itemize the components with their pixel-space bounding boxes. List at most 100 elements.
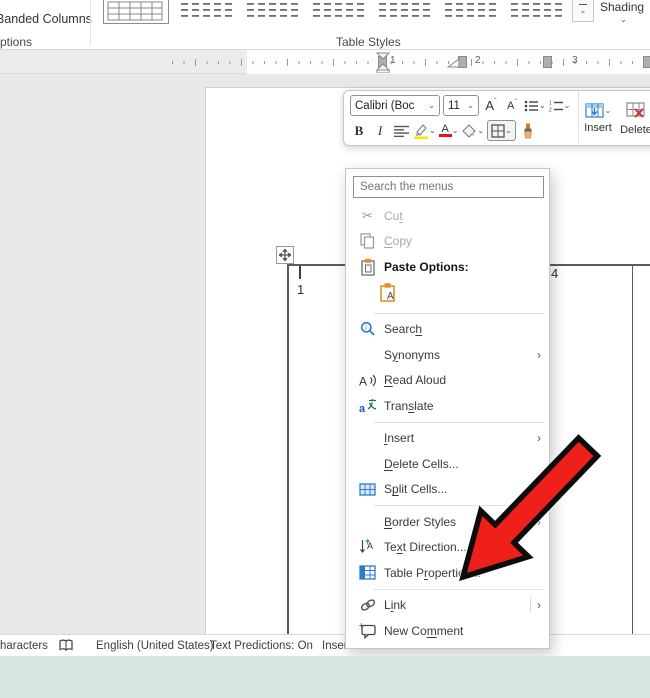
format-painter-button[interactable] — [519, 120, 537, 141]
insert-table-icon: ⌄ — [585, 102, 612, 119]
menu-item-label: Delete Cells... — [384, 457, 541, 471]
read-aloud-icon: A — [356, 372, 379, 389]
menu-item-text-direction[interactable]: AText Direction... — [346, 535, 549, 561]
mini-toolbar-table-section: ⌄ Insert Delete — [578, 91, 650, 145]
shading-button-label[interactable]: Shading — [600, 0, 644, 14]
menu-item-label: Cut — [384, 209, 541, 223]
menu-item-cut[interactable]: ✂ Cut — [346, 203, 549, 229]
font-size-combo[interactable]: 11 ⌄ — [443, 95, 479, 116]
svg-text:2: 2 — [549, 107, 552, 112]
font-color-button[interactable]: A ⌄ — [439, 120, 459, 141]
menu-item-label: Insert — [384, 431, 537, 445]
menu-icon-spacer — [356, 346, 379, 363]
submenu-split-divider — [530, 598, 531, 612]
menu-item-label: Split Cells... — [384, 482, 541, 496]
menu-separator — [374, 422, 544, 423]
menu-item-delete-cells[interactable]: Delete Cells... — [346, 451, 549, 477]
svg-text:A: A — [359, 374, 367, 388]
text-cursor — [299, 266, 301, 279]
menu-icon-spacer — [356, 513, 379, 530]
table-style-thumbnail[interactable] — [310, 0, 370, 24]
table-column-marker[interactable] — [543, 56, 552, 68]
menu-item-split-cells[interactable]: Split Cells... — [346, 477, 549, 503]
ruler-number: 1 — [390, 55, 396, 66]
borders-button[interactable]: ⌄ — [487, 120, 516, 141]
insert-table-button[interactable]: ⌄ Insert — [579, 91, 617, 145]
menu-item-label: Copy — [384, 234, 541, 248]
menu-item-label: New Comment — [384, 624, 541, 638]
clipboard-icon — [356, 258, 379, 275]
word-app-window: Banded Columns ptions ⌄ Shading ⌄ Table … — [0, 0, 650, 698]
menu-item-read-aloud[interactable]: ARead Aloud — [346, 368, 549, 394]
menu-search-input[interactable] — [353, 176, 544, 198]
options-group-label: ptions — [0, 35, 32, 49]
context-menu: ✂CutCopyPaste Options:AiSearchSynonyms›A… — [345, 168, 550, 649]
proofing-book-icon[interactable] — [58, 638, 74, 653]
shrink-font-button[interactable]: Aˇ — [503, 95, 521, 116]
svg-text:i: i — [365, 324, 367, 332]
horizontal-ruler[interactable]: 123 — [0, 50, 650, 74]
svg-text:a: a — [359, 403, 366, 414]
paste-keep-text-only-button[interactable]: A — [379, 282, 397, 307]
table-style-thumbnail[interactable] — [376, 0, 436, 24]
chevron-right-icon: › — [537, 515, 541, 529]
table-style-thumbnail[interactable] — [178, 0, 238, 24]
menu-item-translate[interactable]: aTranslate — [346, 393, 549, 419]
split-cells-icon — [356, 481, 379, 498]
numbering-button[interactable]: 12 ⌄ — [549, 95, 571, 116]
menu-separator — [374, 313, 544, 314]
delete-table-button[interactable]: Delete — [617, 91, 650, 145]
banded-columns-checkbox-label[interactable]: Banded Columns — [0, 12, 92, 26]
menu-separator — [374, 505, 544, 506]
svg-text:1: 1 — [549, 100, 552, 106]
menu-item-synonyms[interactable]: Synonyms› — [346, 342, 549, 368]
font-size-value: 11 — [448, 100, 460, 112]
bold-button[interactable]: B — [350, 120, 368, 141]
table-column-marker[interactable] — [643, 56, 650, 68]
search-icon: i — [356, 321, 379, 338]
bullets-button[interactable]: ⌄ — [524, 95, 546, 116]
paste-options-row: A — [346, 280, 549, 310]
status-item[interactable]: English (United States) — [96, 640, 214, 652]
chevron-down-icon: ⌄ — [428, 102, 435, 110]
paste-text-icon: A — [379, 289, 397, 306]
grow-font-button[interactable]: Aˆ — [482, 95, 500, 116]
copy-icon — [356, 233, 379, 250]
table-style-thumbnail[interactable] — [244, 0, 304, 24]
align-button[interactable] — [392, 120, 410, 141]
chevron-down-icon: ⌄ — [580, 7, 587, 15]
shading-bucket-button[interactable]: ⌄ — [461, 120, 484, 141]
indent-marker-triangle[interactable] — [447, 58, 460, 69]
table-style-thumbnail[interactable] — [508, 0, 568, 24]
status-item[interactable]: Text Predictions: On — [210, 640, 313, 652]
menu-icon-spacer — [356, 430, 379, 447]
table-move-handle[interactable] — [276, 246, 294, 264]
menu-item-copy[interactable]: Copy — [346, 229, 549, 255]
table-style-thumbnail[interactable] — [442, 0, 502, 24]
table-cell-1[interactable]: 1 — [297, 282, 304, 297]
svg-text:+: + — [359, 622, 364, 630]
table-style-thumbnail-selected[interactable] — [103, 0, 169, 24]
delete-table-icon — [626, 101, 646, 121]
highlight-color-button[interactable]: ⌄ — [413, 120, 436, 141]
menu-item-search[interactable]: iSearch — [346, 317, 549, 343]
menu-item-link[interactable]: Link› — [346, 593, 549, 619]
italic-button[interactable]: I — [371, 120, 389, 141]
font-name-combo[interactable]: Calibri (Boc ⌄ — [350, 95, 440, 116]
table-styles-group-label: Table Styles — [336, 35, 401, 49]
gallery-more-button[interactable]: ⌄ — [572, 0, 594, 22]
scissors-icon: ✂ — [356, 207, 379, 224]
menu-item-insert[interactable]: Insert› — [346, 426, 549, 452]
text-direction-icon: A — [356, 539, 379, 556]
status-item[interactable]: haracters — [0, 640, 48, 652]
table-styles-gallery — [100, 0, 570, 30]
menu-item-table-properties[interactable]: Table Properties... — [346, 560, 549, 586]
indent-marker-hourglass[interactable] — [376, 52, 390, 73]
table-cell-4[interactable]: 4 — [551, 266, 558, 281]
chevron-down-icon[interactable]: ⌄ — [620, 16, 627, 24]
menu-item-border-styles[interactable]: Border Styles› — [346, 509, 549, 535]
ruler-number: 3 — [572, 55, 578, 66]
menu-item-label: Table Properties... — [384, 566, 541, 580]
menu-item-new-comment[interactable]: + New Comment — [346, 618, 549, 644]
context-menu-items: ✂CutCopyPaste Options:AiSearchSynonyms›A… — [346, 203, 549, 644]
